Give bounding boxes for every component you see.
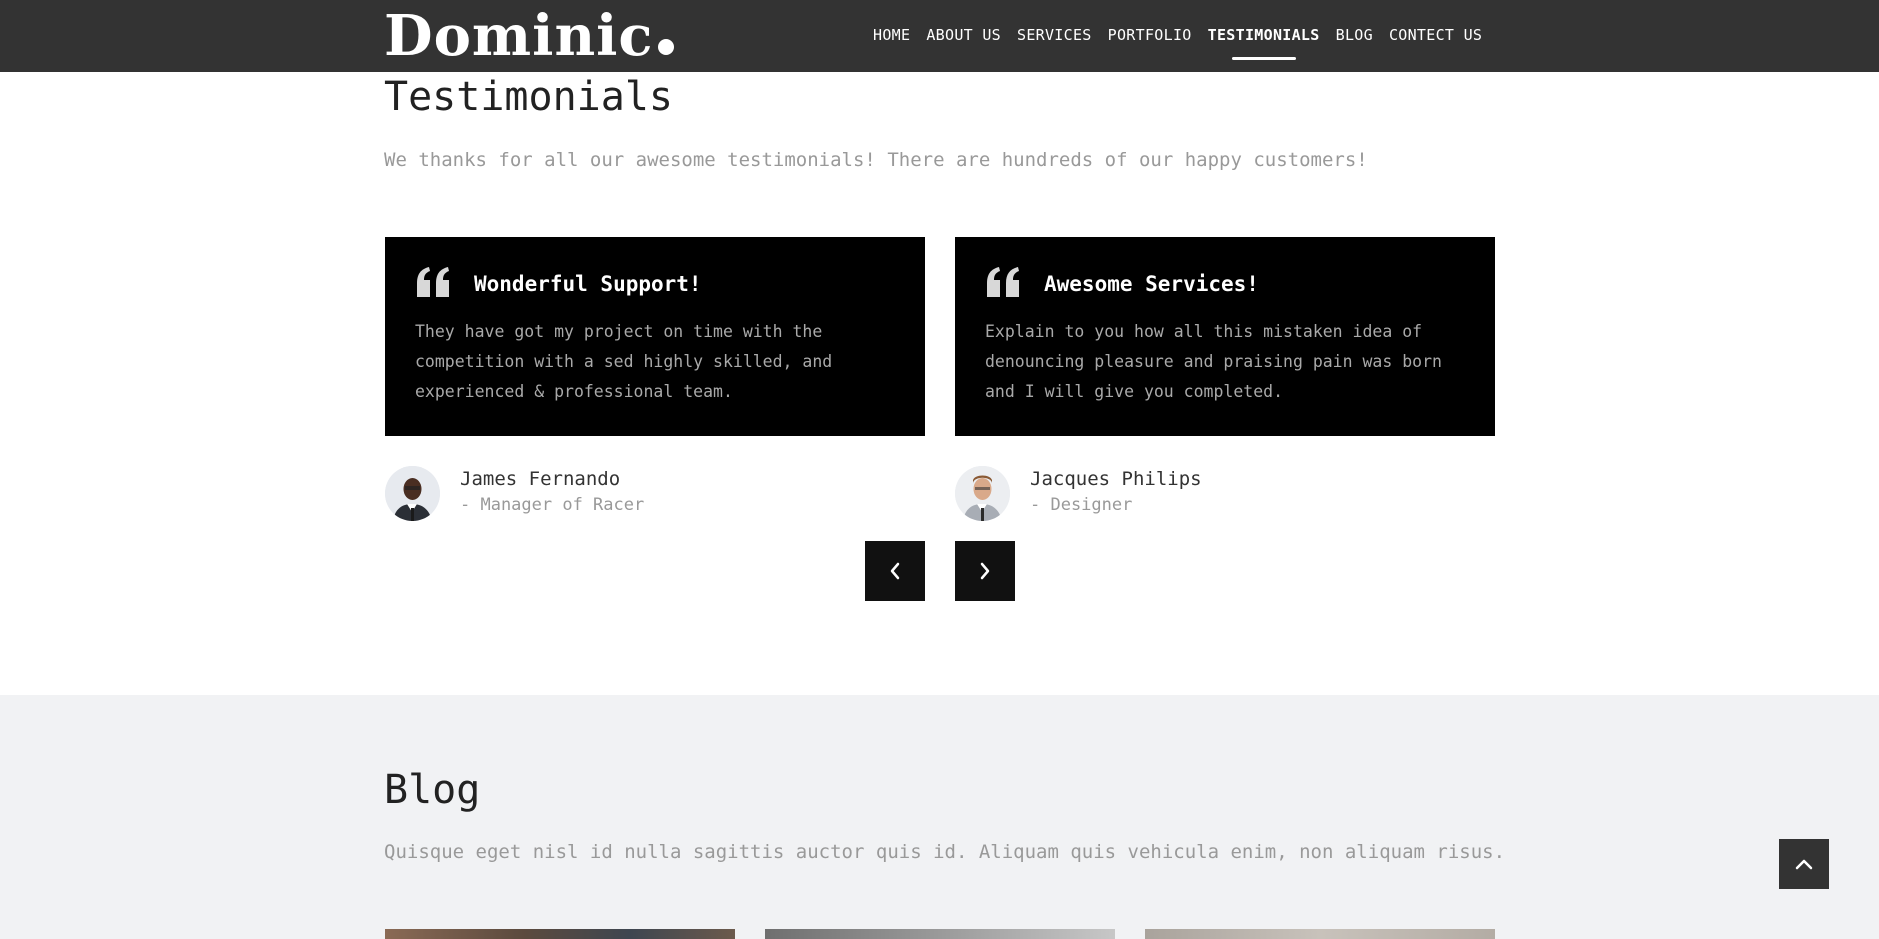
avatar-image — [385, 466, 440, 521]
testimonials-title: Testimonials — [384, 74, 673, 120]
nav-testimonials[interactable]: TESTIMONIALS — [1208, 26, 1320, 60]
nav-contact-us[interactable]: CONTECT US — [1389, 26, 1482, 44]
quote-icon — [987, 267, 1019, 297]
author-role: - Manager of Racer — [460, 495, 645, 515]
logo-text: Dominic — [384, 3, 654, 69]
blog-post-image[interactable] — [1145, 929, 1495, 939]
blog-post-image[interactable] — [385, 929, 735, 939]
site-logo[interactable]: Dominic — [384, 2, 674, 70]
logo-dot — [657, 39, 674, 55]
avatar — [955, 466, 1010, 521]
author-role: - Designer — [1030, 495, 1133, 515]
testimonial-heading: Wonderful Support! — [474, 272, 702, 296]
avatar — [385, 466, 440, 521]
blog-title: Blog — [384, 767, 481, 813]
scroll-to-top-button[interactable] — [1779, 839, 1829, 889]
blog-section: Blog Quisque eget nisl id nulla sagittis… — [0, 695, 1879, 939]
nav-services[interactable]: SERVICES — [1017, 26, 1092, 44]
quote-icon — [417, 267, 449, 297]
nav-home[interactable]: HOME — [873, 26, 910, 44]
testimonial-card: Awesome Services! Explain to you how all… — [955, 237, 1495, 436]
carousel-next-button[interactable] — [955, 541, 1015, 601]
chevron-right-icon — [980, 562, 990, 580]
blog-post-image[interactable] — [765, 929, 1115, 939]
testimonial-heading: Awesome Services! — [1044, 272, 1259, 296]
chevron-left-icon — [890, 562, 900, 580]
testimonial-card: Wonderful Support! They have got my proj… — [385, 237, 925, 436]
chevron-up-icon — [1795, 859, 1813, 870]
blog-subtitle: Quisque eget nisl id nulla sagittis auct… — [384, 841, 1506, 863]
author-name: James Fernando — [460, 468, 621, 490]
testimonials-subtitle: We thanks for all our awesome testimonia… — [384, 149, 1368, 171]
avatar-image — [955, 466, 1010, 521]
carousel-prev-button[interactable] — [865, 541, 925, 601]
nav-about-us[interactable]: ABOUT US — [926, 26, 1001, 44]
testimonial-text: They have got my project on time with th… — [415, 322, 833, 401]
main-nav: HOME ABOUT US SERVICES PORTFOLIO TESTIMO… — [873, 26, 1498, 60]
author-name: Jacques Philips — [1030, 468, 1202, 490]
site-header: Dominic HOME ABOUT US SERVICES PORTFOLIO… — [0, 0, 1879, 72]
testimonial-author: Jacques Philips - Designer — [955, 466, 1495, 522]
testimonial-text: Explain to you how all this mistaken ide… — [985, 322, 1442, 401]
nav-blog[interactable]: BLOG — [1336, 26, 1373, 44]
testimonial-author: James Fernando - Manager of Racer — [385, 466, 925, 522]
nav-portfolio[interactable]: PORTFOLIO — [1108, 26, 1192, 44]
